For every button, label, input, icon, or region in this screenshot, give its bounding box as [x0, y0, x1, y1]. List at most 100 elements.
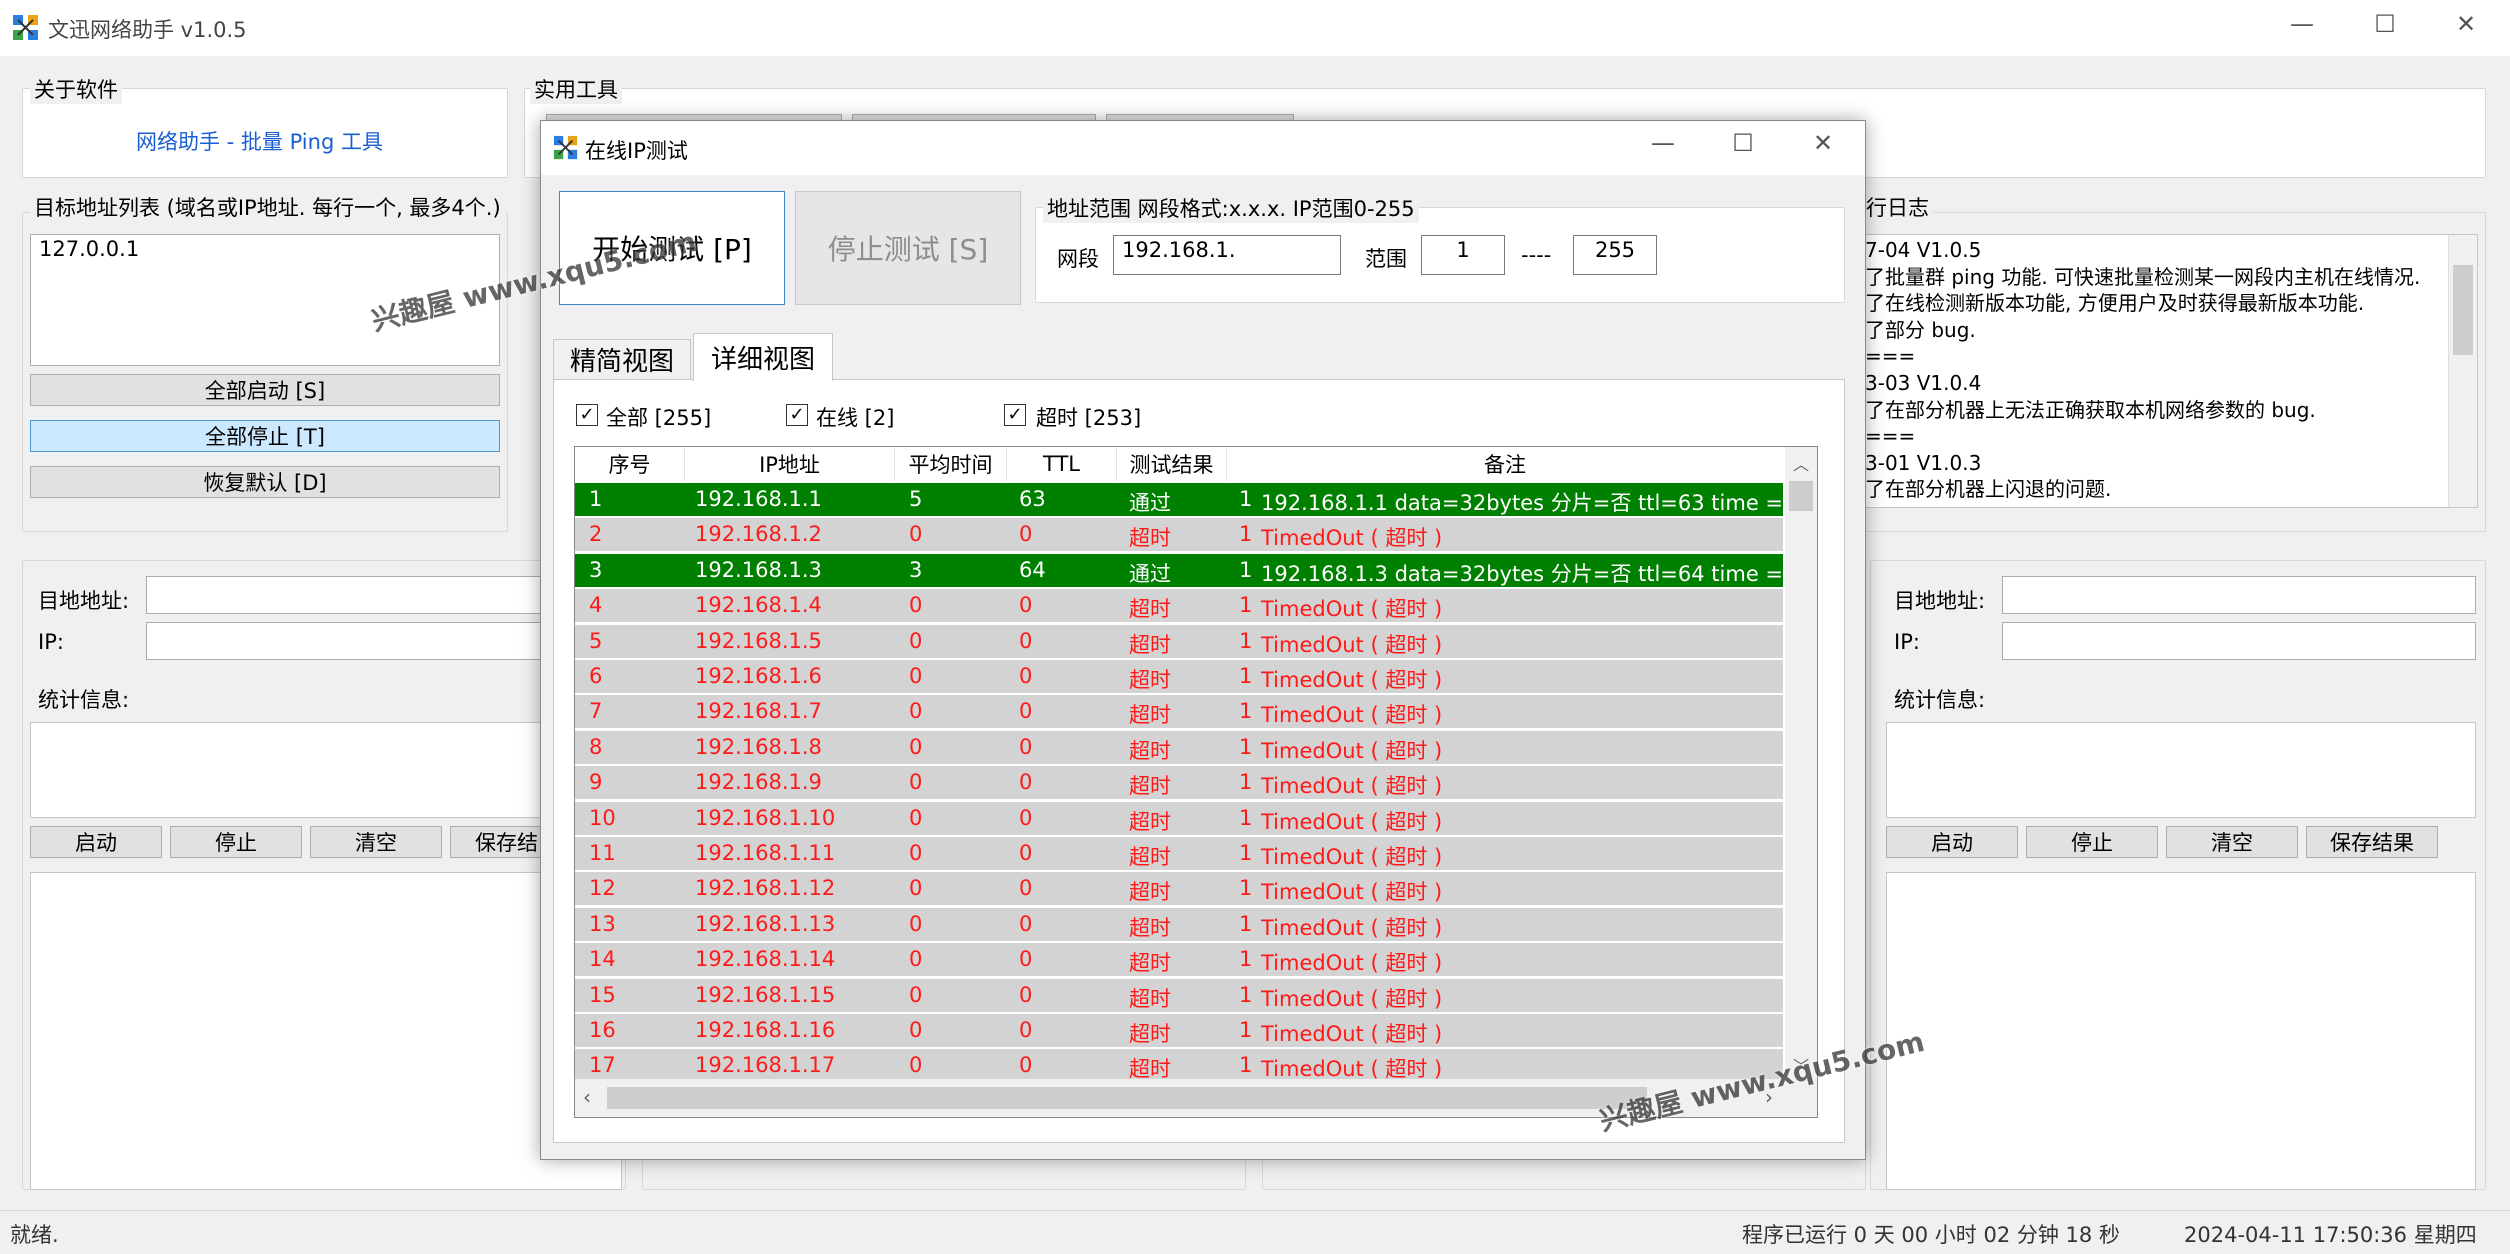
close-icon[interactable]: ✕: [2436, 10, 2496, 38]
range-to-input[interactable]: 255: [1573, 235, 1657, 275]
log-scroll-thumb[interactable]: [2453, 265, 2473, 355]
table-cell-res: 超时: [1129, 632, 1171, 657]
segment-input[interactable]: 192.168.1.: [1113, 235, 1341, 275]
vscroll-thumb[interactable]: [1789, 481, 1813, 511]
right-stop-button[interactable]: 停止: [2026, 826, 2158, 858]
table-cell-res: 超时: [1129, 845, 1171, 869]
online-ip-dialog: 在线IP测试 — ☐ ✕ 开始测试 [P] 停止测试 [S] 地址范围 网段格式…: [540, 120, 1866, 1160]
range-text: 范围: [1365, 247, 1407, 271]
right-target-input[interactable]: [2002, 576, 2476, 614]
dialog-close-icon[interactable]: ✕: [1793, 129, 1853, 157]
table-row[interactable]: 11 192.168.1.11 0 0 超时 1 TimedOut ( 超时 ): [575, 837, 1783, 870]
table-cell-n: 9: [589, 770, 603, 795]
table-row[interactable]: 3 192.168.1.3 3 64 通过 1 192.168.1.3 data=32byt…: [575, 553, 1783, 587]
col-header-note[interactable]: 备注: [1227, 447, 1783, 481]
dialog-minimize-icon[interactable]: —: [1633, 129, 1693, 157]
right-stats-box[interactable]: [1886, 722, 2476, 818]
table-row[interactable]: 1 192.168.1.1 5 63 通过 1 192.168.1.1 data=32byt…: [575, 483, 1783, 516]
log-line: ===: [1865, 424, 1916, 449]
log-line: 了在部分机器上闪退的问题.: [1865, 477, 2112, 502]
table-cell-n: 7: [589, 699, 603, 724]
table-cell-note: TimedOut ( 超时 ): [1261, 774, 1443, 799]
table-cell-note: TimedOut ( 超时 ): [1261, 880, 1443, 905]
table-cell-avg: 0: [909, 1018, 923, 1042]
table-row[interactable]: 9 192.168.1.9 0 0 超时 1 TimedOut ( 超时 ): [575, 766, 1783, 800]
filter-online-checkbox[interactable]: ✓: [786, 404, 808, 426]
table-cell-res: 超时: [1129, 738, 1171, 763]
table-row[interactable]: 17 192.168.1.17 0 0 超时 1 TimedOut ( 超时 ): [575, 1049, 1783, 1083]
list-vscrollbar[interactable]: ︿ ﹀: [1785, 447, 1817, 1079]
log-textbox[interactable]: 7-04 V1.0.5 了批量群 ping 功能. 可快速批量检测某一网段内主机…: [1864, 234, 2478, 508]
table-cell-ip: 192.168.1.6: [695, 664, 822, 688]
filter-timeout-label: 超时 [253]: [1036, 406, 1142, 430]
reset-button[interactable]: 恢复默认 [D]: [30, 466, 500, 498]
log-line: 了在线检测新版本功能, 方便用户及时获得最新版本功能.: [1865, 291, 2365, 316]
tab-detail-view[interactable]: 详细视图: [693, 333, 833, 381]
table-cell-ip: 192.168.1.10: [695, 805, 836, 830]
about-link[interactable]: 网络助手 - 批量 Ping 工具: [136, 126, 383, 156]
table-cell-ip: 192.168.1.3: [695, 557, 822, 582]
dialog-title: 在线IP测试: [585, 139, 688, 163]
stop-test-button[interactable]: 停止测试 [S]: [795, 191, 1021, 305]
table-cell-avg: 0: [909, 982, 923, 1007]
left-start-button[interactable]: 启动: [30, 826, 162, 858]
tab-simple-view[interactable]: 精简视图: [553, 339, 691, 379]
col-header-result[interactable]: 测试结果: [1117, 447, 1227, 481]
col-header-avg[interactable]: 平均时间: [895, 447, 1007, 481]
filter-all-checkbox[interactable]: ✓: [576, 404, 598, 426]
table-cell-c: 1: [1239, 982, 1253, 1007]
table-row[interactable]: 13 192.168.1.13 0 0 超时 1 TimedOut ( 超时 ): [575, 907, 1783, 941]
table-cell-n: 6: [589, 664, 603, 688]
results-list[interactable]: 序号 IP地址 平均时间 TTL 测试结果 备注 1 192.168.1.1 5 63…: [574, 446, 1818, 1118]
right-result-box[interactable]: [1886, 872, 2476, 1190]
filter-timeout-checkbox[interactable]: ✓: [1004, 404, 1026, 426]
left-result-box[interactable]: [30, 872, 622, 1190]
table-row[interactable]: 2 192.168.1.2 0 0 超时 1 TimedOut ( 超时 ): [575, 518, 1783, 552]
right-clear-button[interactable]: 清空: [2166, 826, 2298, 858]
right-save-button[interactable]: 保存结果: [2306, 826, 2438, 858]
table-row[interactable]: 4 192.168.1.4 0 0 超时 1 TimedOut ( 超时 ): [575, 589, 1783, 623]
col-header-ttl[interactable]: TTL: [1007, 447, 1117, 481]
start-all-button[interactable]: 全部启动 [S]: [30, 374, 500, 406]
table-cell-res: 超时: [1129, 703, 1171, 728]
table-cell-c: 1: [1239, 664, 1253, 688]
log-scrollbar[interactable]: [2448, 235, 2477, 507]
stop-all-button[interactable]: 全部停止 [T]: [30, 420, 500, 452]
table-cell-avg: 0: [909, 947, 923, 972]
table-row[interactable]: 6 192.168.1.6 0 0 超时 1 TimedOut ( 超时 ): [575, 660, 1783, 693]
left-target-label: 目地地址:: [38, 589, 130, 613]
scroll-left-icon[interactable]: ‹: [583, 1085, 591, 1109]
table-cell-c: 1: [1239, 522, 1253, 547]
scroll-up-icon[interactable]: ︿: [1793, 451, 1809, 475]
right-start-button[interactable]: 启动: [1886, 826, 2018, 858]
table-row[interactable]: 8 192.168.1.8 0 0 超时 1 TimedOut ( 超时 ): [575, 730, 1783, 764]
dialog-maximize-icon[interactable]: ☐: [1713, 129, 1773, 157]
table-row[interactable]: 15 192.168.1.15 0 0 超时 1 TimedOut ( 超时 ): [575, 978, 1783, 1012]
table-row[interactable]: 12 192.168.1.12 0 0 超时 1 TimedOut ( 超时 ): [575, 872, 1783, 906]
table-row[interactable]: 7 192.168.1.7 0 0 超时 1 TimedOut ( 超时 ): [575, 695, 1783, 729]
table-cell-res: 超时: [1129, 809, 1171, 834]
tab-simple-label: 精简视图: [569, 347, 674, 377]
hscroll-thumb[interactable]: [607, 1087, 1647, 1109]
table-row[interactable]: 16 192.168.1.16 0 0 超时 1 TimedOut ( 超时 ): [575, 1014, 1783, 1047]
range-from-input[interactable]: 1: [1421, 235, 1505, 275]
table-cell-ip: 192.168.1.13: [695, 911, 836, 936]
table-cell-n: 10: [589, 805, 616, 830]
filter-all-label: 全部 [255]: [606, 406, 712, 430]
col-header-ip[interactable]: IP地址: [685, 447, 895, 481]
table-cell-ttl: 0: [1019, 522, 1033, 547]
col-header-index[interactable]: 序号: [575, 447, 685, 481]
status-bar: 就绪. 程序已运行 0 天 00 小时 02 分钟 18 秒 2024-04-1…: [0, 1210, 2510, 1254]
minimize-icon[interactable]: —: [2272, 10, 2332, 38]
left-stop-button[interactable]: 停止: [170, 826, 302, 858]
left-clear-button[interactable]: 清空: [310, 826, 442, 858]
table-row[interactable]: 5 192.168.1.5 0 0 超时 1 TimedOut ( 超时 ): [575, 624, 1783, 658]
table-row[interactable]: 10 192.168.1.10 0 0 超时 1 TimedOut ( 超时 ): [575, 801, 1783, 835]
table-cell-n: 2: [589, 522, 603, 547]
table-cell-note: TimedOut ( 超时 ): [1261, 809, 1443, 834]
table-cell-res: 超时: [1129, 597, 1171, 622]
right-ip-input[interactable]: [2002, 622, 2476, 660]
table-row[interactable]: 14 192.168.1.14 0 0 超时 1 TimedOut ( 超时 ): [575, 943, 1783, 977]
left-stats-box[interactable]: [30, 722, 626, 818]
maximize-icon[interactable]: ☐: [2355, 10, 2415, 38]
